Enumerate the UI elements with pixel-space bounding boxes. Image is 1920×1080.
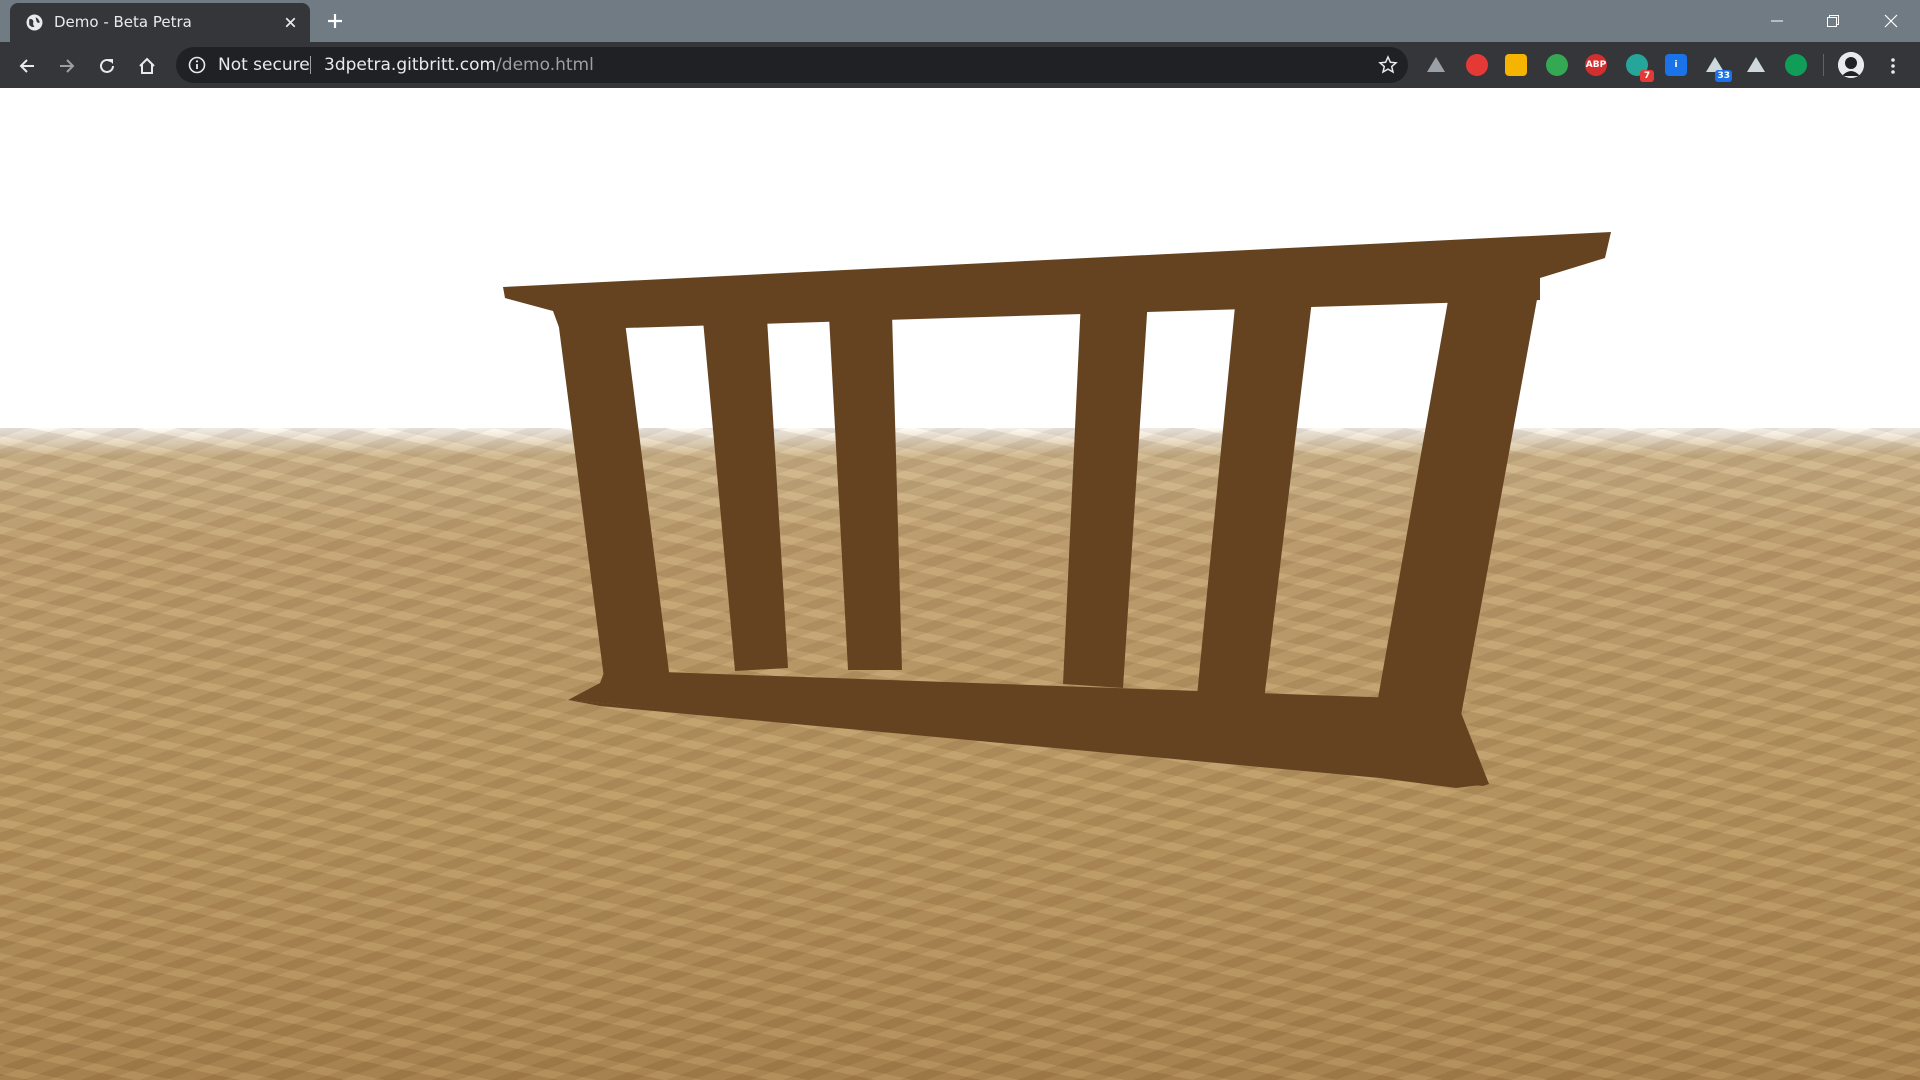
adblock-plus-label: ABP — [1585, 60, 1607, 70]
yellow-extension-icon[interactable] — [1505, 54, 1527, 76]
address-separator — [310, 56, 311, 74]
reload-button[interactable] — [94, 53, 120, 79]
reload-icon — [100, 58, 114, 73]
browser-toolbar: Not secure 3dpetra.gitbritt.com/demo.htm… — [0, 42, 1920, 88]
close-window-icon — [1884, 14, 1898, 28]
home-icon — [139, 57, 155, 74]
bookmark-star-icon[interactable] — [1378, 55, 1398, 75]
hand-extension-icon[interactable] — [1466, 54, 1488, 76]
google-drive-icon[interactable] — [1425, 54, 1447, 76]
back-arrow-icon — [19, 59, 34, 73]
minimize-button[interactable] — [1754, 6, 1800, 36]
page-canvas[interactable] — [0, 88, 1920, 1080]
active-tab[interactable]: Demo - Beta Petra — [10, 3, 310, 42]
info-extension-label: i — [1674, 60, 1678, 70]
back-button[interactable] — [14, 53, 40, 79]
address-bar[interactable]: Not secure 3dpetra.gitbritt.com/demo.htm… — [176, 47, 1408, 83]
teal-extension-badge: 7 — [1640, 70, 1654, 82]
profile-avatar[interactable] — [1838, 52, 1864, 78]
new-tab-icon[interactable] — [323, 9, 347, 33]
security-status[interactable]: Not secure — [218, 55, 310, 75]
close-tab-icon[interactable] — [282, 14, 299, 31]
railing-left-post — [557, 306, 670, 686]
minimize-icon — [1771, 20, 1783, 22]
profile-avatar-icon — [1838, 52, 1864, 78]
globe-icon — [26, 14, 43, 31]
railing-baluster-1 — [703, 318, 788, 671]
url-path: /demo.html — [496, 55, 594, 75]
railing-baluster-3 — [1063, 298, 1148, 688]
railing-scene — [503, 232, 1611, 788]
tab-title: Demo - Beta Petra — [54, 13, 192, 31]
railing-top-rail — [503, 232, 1611, 330]
home-button[interactable] — [134, 53, 160, 79]
cloud-extension-badge: 33 — [1715, 70, 1732, 82]
green-extension-icon[interactable] — [1546, 54, 1568, 76]
menu-button[interactable] — [1880, 53, 1906, 79]
url-host: 3dpetra.gitbritt.com — [324, 55, 497, 75]
railing-baluster-2 — [829, 313, 902, 670]
railing-baluster-4 — [1197, 292, 1313, 700]
cloud-extension-icon[interactable]: 33 — [1704, 54, 1732, 82]
wooden-railing[interactable] — [503, 232, 1611, 788]
title-bar: Demo - Beta Petra — [0, 0, 1920, 42]
toolbar-separator — [1823, 54, 1824, 76]
url-text[interactable]: 3dpetra.gitbritt.com/demo.html — [324, 55, 594, 75]
railing-bottom-rail — [568, 670, 1489, 786]
info-extension-icon[interactable]: i — [1665, 54, 1687, 76]
restore-icon — [1827, 15, 1839, 27]
close-window-button[interactable] — [1868, 6, 1914, 36]
forward-arrow-icon — [60, 59, 75, 73]
restore-button[interactable] — [1810, 6, 1856, 36]
teal-extension-icon[interactable]: 7 — [1626, 54, 1654, 82]
railing-right-post — [1377, 283, 1540, 743]
info-icon[interactable] — [188, 56, 206, 74]
diamond-extension-icon[interactable] — [1745, 54, 1767, 76]
forward-button[interactable] — [54, 53, 80, 79]
more-vert-icon — [1891, 58, 1895, 74]
green-dot-extension-icon[interactable] — [1785, 54, 1807, 76]
adblock-plus-icon[interactable]: ABP — [1585, 54, 1607, 76]
